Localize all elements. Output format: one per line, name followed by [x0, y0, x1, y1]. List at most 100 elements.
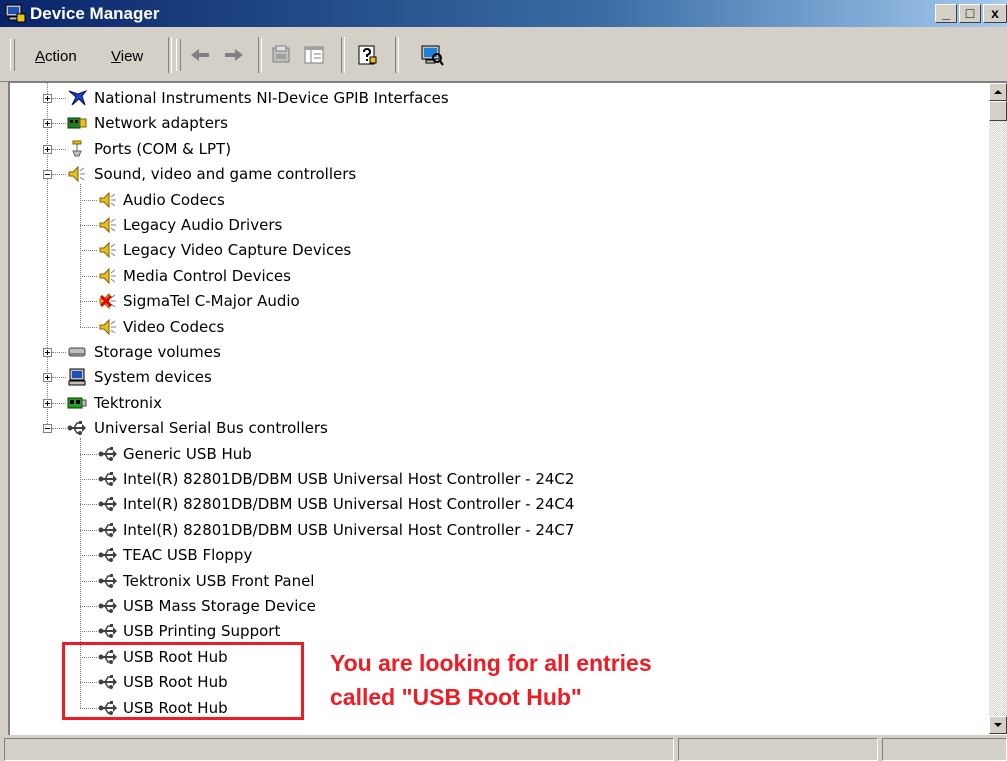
tree-item[interactable]: Intel(R) 82801DB/DBM USB Universal Host … — [10, 467, 970, 491]
tree-item[interactable]: Tektronix — [10, 391, 970, 415]
tree-item-label: USB Mass Storage Device — [123, 597, 316, 615]
tree-item[interactable]: USB Printing Support — [10, 619, 970, 643]
scroll-up-button[interactable] — [989, 83, 1007, 101]
tree-item-label: Network adapters — [94, 114, 228, 133]
vertical-scrollbar[interactable] — [989, 83, 1007, 734]
tree-item[interactable]: System devices — [10, 365, 970, 389]
collapse-minus-icon[interactable] — [43, 170, 52, 180]
expand-plus-icon[interactable] — [43, 398, 52, 408]
tree-connector — [80, 580, 97, 582]
usb-icon — [98, 599, 117, 613]
speaker-disabled-icon — [99, 292, 116, 310]
tree-item-label: Legacy Audio Drivers — [123, 216, 283, 234]
tree-connector — [52, 352, 66, 353]
tree-connector — [52, 428, 66, 430]
tree-item[interactable]: USB Mass Storage Device — [10, 594, 970, 618]
tree-item[interactable]: Tektronix USB Front Panel — [10, 569, 970, 593]
toolbar-grip — [176, 39, 181, 71]
tree-connector — [80, 225, 97, 226]
speaker-icon — [99, 216, 116, 234]
tree-connector — [80, 199, 97, 201]
collapse-minus-icon[interactable] — [43, 424, 52, 434]
network-adapter-icon — [67, 117, 87, 129]
tree-connector — [80, 275, 97, 277]
tree-connector — [80, 453, 97, 455]
forward-arrow-icon[interactable] — [222, 43, 246, 67]
tree-item[interactable]: Video Codecs — [10, 315, 970, 339]
usb-icon — [98, 522, 117, 537]
status-panel-3 — [882, 738, 1007, 761]
usb-icon — [98, 573, 117, 588]
tree-item[interactable]: Ports (COM & LPT) — [10, 137, 970, 161]
status-bar — [0, 735, 1007, 761]
annotation-line-1: You are looking for all entries — [330, 650, 652, 676]
tree-item[interactable]: Network adapters — [10, 111, 970, 135]
tree-item[interactable]: Intel(R) 82801DB/DBM USB Universal Host … — [10, 518, 970, 542]
tree-item[interactable]: Legacy Audio Drivers — [10, 213, 970, 237]
tree-connector — [80, 529, 97, 531]
tree-item[interactable]: Storage volumes — [10, 340, 970, 364]
tree-item[interactable]: Media Control Devices — [10, 264, 970, 288]
expand-plus-icon[interactable] — [43, 144, 52, 154]
tree-item[interactable]: Intel(R) 82801DB/DBM USB Universal Host … — [10, 492, 970, 516]
highlight-box — [62, 642, 304, 720]
tree-connector — [80, 301, 97, 303]
usb-icon — [98, 624, 117, 639]
expand-plus-icon[interactable] — [43, 119, 52, 129]
tree-item[interactable]: Universal Serial Bus controllers — [10, 416, 970, 440]
tree-connector — [80, 250, 97, 252]
expand-plus-icon[interactable] — [43, 373, 52, 383]
status-panel-main — [4, 738, 674, 761]
expand-plus-icon[interactable] — [43, 348, 52, 357]
tree-item-label: System devices — [94, 368, 212, 387]
maximize-button[interactable]: □ — [959, 4, 981, 23]
annotation-line-2: called "USB Root Hub" — [330, 684, 582, 710]
annotation-text: You are looking for all entries called "… — [330, 646, 750, 714]
menu-view[interactable]: View — [111, 48, 143, 66]
speaker-icon — [99, 318, 116, 335]
tree-item-label: Intel(R) 82801DB/DBM USB Universal Host … — [123, 520, 575, 539]
tree-connector — [52, 98, 66, 99]
help-icon[interactable] — [355, 43, 379, 67]
tree-connector — [52, 377, 66, 379]
tree-item-label: USB Printing Support — [123, 622, 281, 641]
speaker-icon — [99, 242, 116, 259]
tree-item[interactable]: National Instruments NI-Device GPIB Inte… — [10, 86, 970, 110]
properties-icon[interactable] — [270, 43, 294, 67]
down-arrow-icon — [994, 723, 1002, 727]
back-arrow-icon[interactable] — [188, 43, 212, 67]
usb-icon — [98, 472, 117, 486]
device-manager-icon — [5, 4, 26, 23]
tree-item[interactable]: Generic USB Hub — [10, 442, 970, 466]
tree-item[interactable]: Audio Codecs — [10, 188, 970, 212]
tree-item-label: National Instruments NI-Device GPIB Inte… — [94, 89, 449, 107]
toolbar: Action View — [0, 27, 1007, 82]
tree-connector — [80, 504, 97, 506]
computer-icon — [68, 368, 86, 386]
close-button[interactable]: x — [983, 4, 1007, 23]
console-tree-icon[interactable] — [302, 43, 326, 67]
device-tree[interactable]: National Instruments NI-Device GPIB Inte… — [8, 82, 1007, 735]
tree-item[interactable]: TEAC USB Floppy — [10, 543, 970, 567]
status-panel-2 — [678, 738, 878, 761]
minimize-button[interactable]: _ — [935, 4, 957, 23]
scan-hardware-icon[interactable] — [420, 43, 444, 67]
tree-item-label: Video Codecs — [123, 317, 225, 336]
tree-item[interactable]: Sound, video and game controllers — [10, 162, 970, 186]
scroll-thumb[interactable] — [989, 101, 1007, 121]
title-bar: Device Manager _ □ x — [0, 0, 1007, 27]
tree-connector — [80, 631, 97, 633]
gpib-icon — [68, 90, 87, 106]
tree-item-label: Storage volumes — [94, 343, 221, 361]
tree-connector — [52, 402, 66, 404]
tree-item[interactable]: Legacy Video Capture Devices — [10, 238, 970, 262]
tree-item-label: Intel(R) 82801DB/DBM USB Universal Host … — [123, 495, 575, 514]
usb-icon — [67, 421, 86, 436]
scroll-down-button[interactable] — [989, 716, 1007, 734]
tree-item-label: Universal Serial Bus controllers — [94, 419, 328, 438]
tree-connector — [80, 555, 97, 557]
tree-item[interactable]: SigmaTel C-Major Audio — [10, 289, 970, 313]
expand-plus-icon[interactable] — [43, 94, 52, 103]
menu-action[interactable]: Action — [35, 48, 77, 66]
toolbar-separator — [258, 37, 262, 73]
